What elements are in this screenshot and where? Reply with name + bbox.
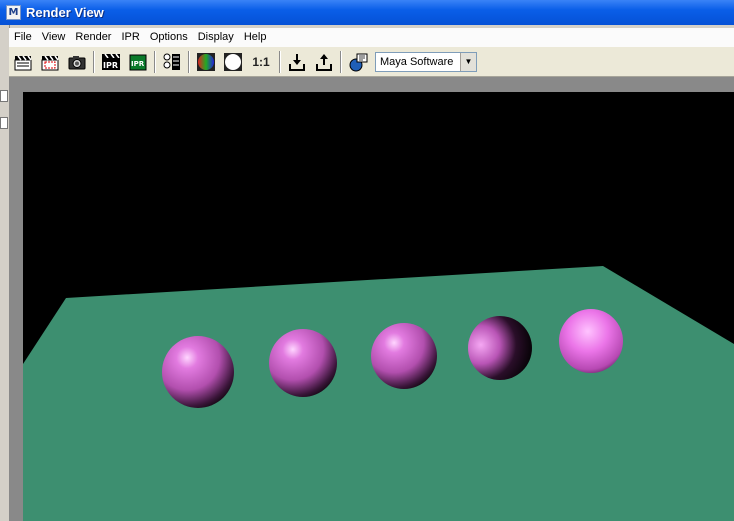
keep-image-icon <box>288 53 305 71</box>
ipr-render-button[interactable]: IPR <box>98 50 123 74</box>
real-size-button[interactable]: 1:1 <box>247 50 275 74</box>
menu-bar: File View Render IPR Options Display Hel… <box>9 28 734 48</box>
refresh-ipr-button[interactable]: IPR <box>125 50 150 74</box>
toolbar-separator <box>154 50 155 73</box>
toolbar-separator <box>340 50 341 73</box>
render-settings-button[interactable] <box>159 50 184 74</box>
ipr-render-icon: IPR <box>101 53 120 70</box>
render-log-icon <box>349 53 367 71</box>
title-bar[interactable]: M Render View <box>0 0 734 25</box>
window-title: Render View <box>26 5 104 20</box>
refresh-ipr-icon: IPR <box>129 54 146 70</box>
renderer-dropdown[interactable]: Maya Software ▼ <box>375 51 477 72</box>
alpha-channel-button[interactable] <box>220 50 245 74</box>
render-log-button[interactable] <box>345 50 370 74</box>
edge-mark <box>0 117 8 129</box>
maya-icon: M <box>6 5 21 20</box>
alpha-channel-icon <box>223 52 242 71</box>
sphere <box>371 323 437 389</box>
redo-previous-render-icon <box>14 55 32 70</box>
remove-image-button[interactable] <box>311 50 336 74</box>
chevron-down-icon[interactable]: ▼ <box>460 52 476 71</box>
render-region-button[interactable] <box>37 50 62 74</box>
toolbar: IPR IPR 1:1 Maya Software ▼ <box>9 47 734 77</box>
rgb-channels-button[interactable] <box>193 50 218 74</box>
render-settings-icon <box>163 53 180 70</box>
toolbar-separator <box>93 50 94 73</box>
menu-view[interactable]: View <box>37 28 71 47</box>
menu-help[interactable]: Help <box>239 28 272 47</box>
toolbar-separator <box>188 50 189 73</box>
menu-file[interactable]: File <box>9 28 37 47</box>
sphere <box>559 309 623 373</box>
svg-text:IPR: IPR <box>103 61 118 70</box>
floor-plane <box>23 266 734 521</box>
menu-options[interactable]: Options <box>145 28 193 47</box>
edge-mark <box>0 90 8 102</box>
snapshot-camera-icon <box>68 55 85 69</box>
render-scene <box>23 266 734 521</box>
sphere <box>269 329 337 397</box>
rendered-image[interactable] <box>23 92 734 521</box>
sphere <box>162 336 234 408</box>
keep-image-button[interactable] <box>284 50 309 74</box>
sphere <box>468 316 532 380</box>
menu-ipr[interactable]: IPR <box>116 28 144 47</box>
redo-previous-render-button[interactable] <box>10 50 35 74</box>
snapshot-button[interactable] <box>64 50 89 74</box>
menu-display[interactable]: Display <box>193 28 239 47</box>
toolbar-separator <box>279 50 280 73</box>
render-region-icon <box>41 55 59 70</box>
ratio-label: 1:1 <box>252 54 270 69</box>
remove-image-icon <box>315 53 332 71</box>
menu-render[interactable]: Render <box>70 28 116 47</box>
renderer-value: Maya Software <box>380 55 454 68</box>
svg-text:IPR: IPR <box>131 60 145 68</box>
rgb-channels-icon <box>196 52 215 71</box>
